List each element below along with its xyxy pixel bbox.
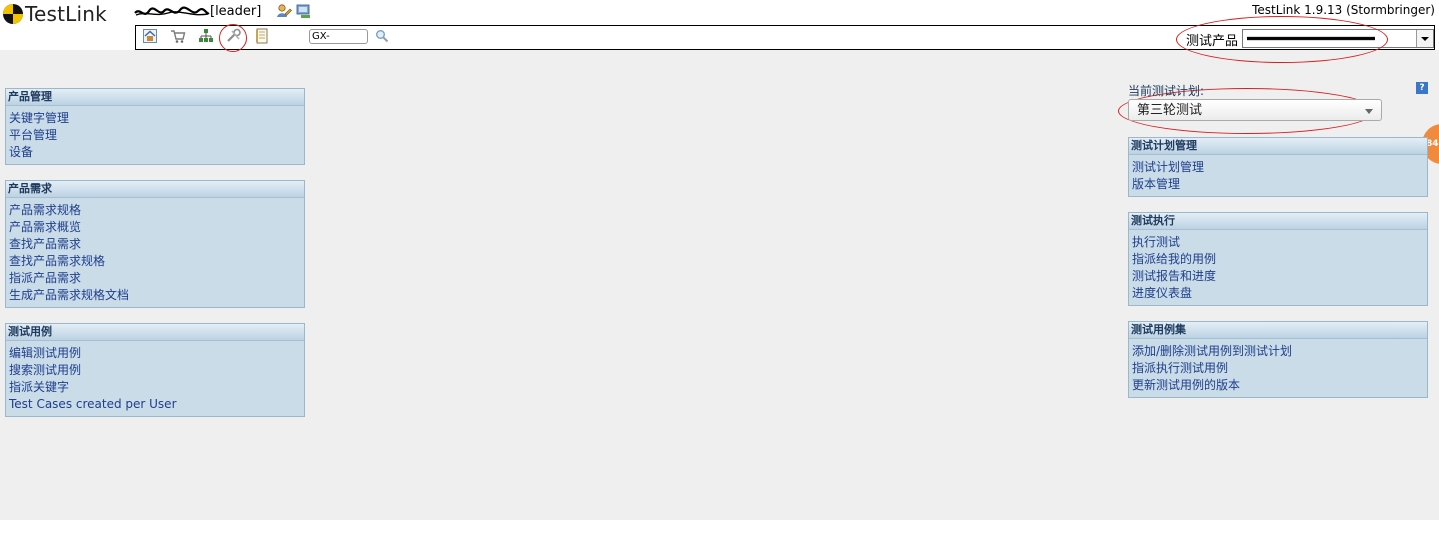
link-execute-tests[interactable]: 执行测试 xyxy=(1132,234,1424,251)
user-info: [leader] xyxy=(134,4,261,19)
logout-icon[interactable] xyxy=(296,3,312,19)
product-label: 测试产品 xyxy=(1186,34,1239,49)
home-icon[interactable] xyxy=(142,28,158,44)
link-build-management[interactable]: 版本管理 xyxy=(1132,176,1424,193)
panel-title: 测试用例集 xyxy=(1129,322,1427,339)
panel-title: 测试用例 xyxy=(6,324,304,341)
redacted-username xyxy=(134,5,210,19)
link-req-overview[interactable]: 产品需求概览 xyxy=(9,219,301,236)
sitemap-icon[interactable] xyxy=(198,28,214,44)
product-select[interactable] xyxy=(1242,29,1434,48)
main-toolbar: 测试产品 xyxy=(135,25,1435,50)
link-generate-req-doc[interactable]: 生成产品需求规格文档 xyxy=(9,287,301,304)
panel-test-cases: 测试用例 编辑测试用例 搜索测试用例 指派关键字 Test Cases crea… xyxy=(5,323,305,417)
test-plan-select[interactable]: 第三轮测试 xyxy=(1128,99,1382,121)
search-icon[interactable] xyxy=(375,29,389,43)
panel-title: 测试计划管理 xyxy=(1129,138,1427,155)
panel-requirements: 产品需求 产品需求规格 产品需求概览 查找产品需求 查找产品需求规格 指派产品需… xyxy=(5,180,305,308)
user-role: [leader] xyxy=(210,4,262,19)
panel-test-execution: 测试执行 执行测试 指派给我的用例 测试报告和进度 进度仪表盘 xyxy=(1128,212,1428,306)
link-add-remove-testcases[interactable]: 添加/删除测试用例到测试计划 xyxy=(1132,343,1424,360)
link-edit-testcases[interactable]: 编辑测试用例 xyxy=(9,345,301,362)
panel-product-management: 产品管理 关键字管理 平台管理 设备 xyxy=(5,88,305,165)
panel-title: 产品需求 xyxy=(6,181,304,198)
chevron-down-icon[interactable] xyxy=(1416,30,1433,47)
panel-test-suite: 测试用例集 添加/删除测试用例到测试计划 指派执行测试用例 更新测试用例的版本 xyxy=(1128,321,1428,398)
edit-user-icon[interactable] xyxy=(276,3,292,19)
link-test-plan-management[interactable]: 测试计划管理 xyxy=(1132,159,1424,176)
help-icon[interactable]: ? xyxy=(1416,82,1428,94)
logo-mark-icon xyxy=(3,4,23,24)
link-devices[interactable]: 设备 xyxy=(9,144,301,161)
link-assign-execution[interactable]: 指派执行测试用例 xyxy=(1132,360,1424,377)
link-assign-req[interactable]: 指派产品需求 xyxy=(9,270,301,287)
link-test-reports[interactable]: 测试报告和进度 xyxy=(1132,268,1424,285)
cart-icon[interactable] xyxy=(170,28,186,44)
version-text: TestLink 1.9.13 (Stormbringer) xyxy=(1252,3,1435,17)
chevron-down-icon xyxy=(1365,109,1373,114)
testcase-id-search-input[interactable] xyxy=(309,29,368,44)
current-plan-label: 当前测试计划: xyxy=(1128,84,1205,98)
tools-icon[interactable] xyxy=(226,28,242,44)
test-plan-selected: 第三轮测试 xyxy=(1137,103,1203,118)
link-search-testcases[interactable]: 搜索测试用例 xyxy=(9,362,301,379)
panel-title: 测试执行 xyxy=(1129,213,1427,230)
link-search-req-spec[interactable]: 查找产品需求规格 xyxy=(9,253,301,270)
link-assign-keywords[interactable]: 指派关键字 xyxy=(9,379,301,396)
panel-test-plan-management: 测试计划管理 测试计划管理 版本管理 xyxy=(1128,137,1428,197)
redacted-product-name xyxy=(1247,36,1375,41)
panel-title: 产品管理 xyxy=(6,89,304,106)
link-req-spec[interactable]: 产品需求规格 xyxy=(9,202,301,219)
link-progress-dashboard[interactable]: 进度仪表盘 xyxy=(1132,285,1424,302)
link-testcases-per-user[interactable]: Test Cases created per User xyxy=(9,396,301,413)
notes-icon[interactable] xyxy=(254,28,270,44)
link-platform-management[interactable]: 平台管理 xyxy=(9,127,301,144)
testlink-logo[interactable]: TestLink xyxy=(3,2,107,26)
link-update-testcase-version[interactable]: 更新测试用例的版本 xyxy=(1132,377,1424,394)
logo-text: TestLink xyxy=(25,2,107,26)
link-search-req[interactable]: 查找产品需求 xyxy=(9,236,301,253)
link-keyword-management[interactable]: 关键字管理 xyxy=(9,110,301,127)
link-assigned-to-me[interactable]: 指派给我的用例 xyxy=(1132,251,1424,268)
